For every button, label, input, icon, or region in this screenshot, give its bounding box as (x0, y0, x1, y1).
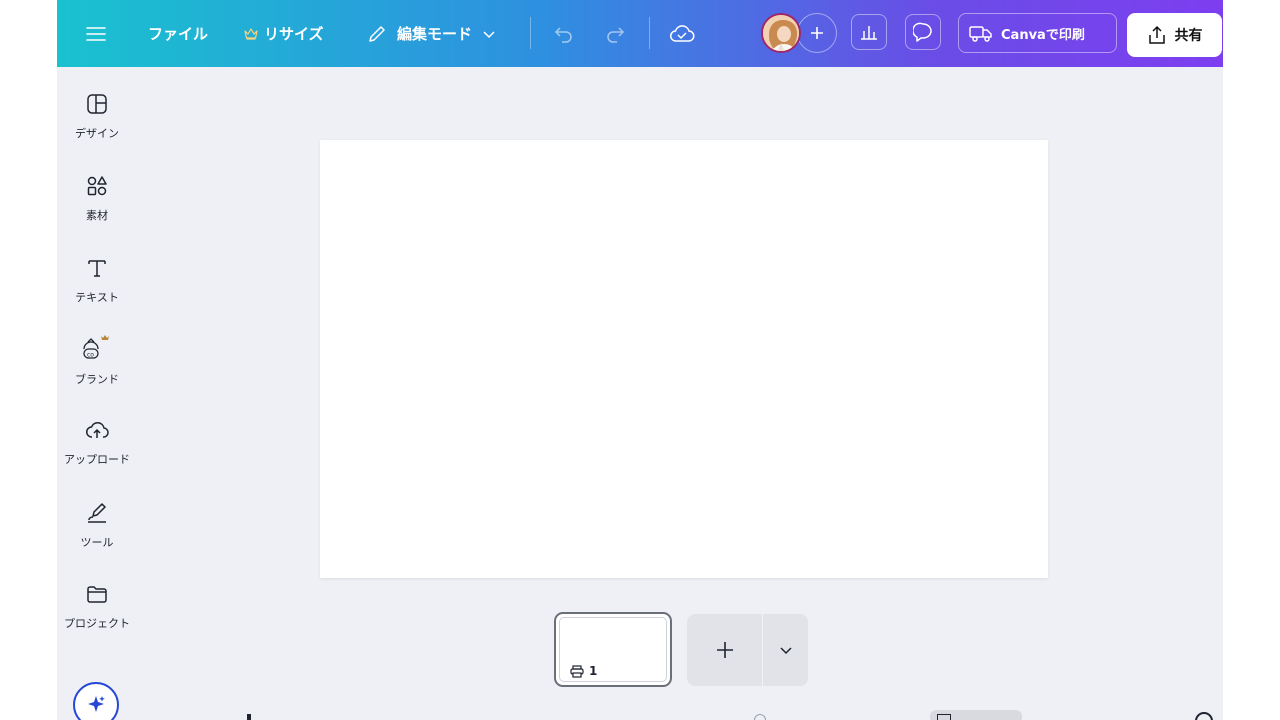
sidebar-item-projects[interactable]: プロジェクト (57, 582, 137, 631)
svg-text:co: co (87, 352, 94, 359)
design-canvas-page[interactable] (320, 140, 1048, 578)
avatar-photo (763, 15, 799, 51)
share-button[interactable]: 共有 (1127, 13, 1222, 57)
page-number: 1 (589, 664, 598, 678)
redo-icon (607, 26, 625, 43)
printer-icon (570, 664, 584, 678)
editor-app: ファイル リサイズ 編集モード Canvaで印刷 共有 デザイン 素材 テキスト… (57, 0, 1223, 720)
add-page-button[interactable] (687, 614, 762, 686)
save-status-button[interactable] (669, 0, 695, 67)
add-page-options-button[interactable] (763, 614, 808, 686)
comment-icon (913, 22, 932, 42)
help-icon[interactable] (1195, 712, 1213, 720)
elements-icon (87, 176, 107, 196)
resize-label: リサイズ (264, 25, 324, 43)
sidebar-item-label: ブランド (75, 373, 119, 386)
delivery-truck-icon (969, 26, 992, 42)
undo-icon (554, 26, 572, 43)
edit-mode-dropdown[interactable]: 編集モード (367, 0, 496, 67)
chevron-down-icon (483, 30, 495, 38)
edit-mode-label: 編集モード (397, 25, 473, 43)
file-menu-button[interactable]: ファイル (148, 0, 208, 67)
sidebar-item-elements[interactable]: 素材 (57, 174, 137, 223)
upload-cloud-icon (86, 421, 109, 438)
sparkle-icon (88, 696, 105, 712)
share-upload-icon (1148, 25, 1165, 44)
sidebar-item-label: ツール (80, 536, 114, 549)
brand-icon: co (83, 335, 109, 359)
chevron-down-icon (779, 647, 792, 655)
layout-icon (87, 94, 107, 114)
notes-icon (937, 714, 951, 720)
bottom-toolbar-peek (247, 714, 251, 720)
menu-button[interactable] (86, 0, 106, 67)
file-menu-label: ファイル (148, 25, 209, 43)
toolbar-divider (530, 17, 531, 49)
sidebar-item-label: デザイン (75, 127, 119, 140)
print-label: Canvaで印刷 (1001, 27, 1085, 43)
sidebar-item-brand[interactable]: co ブランド (57, 334, 137, 387)
add-page-control (687, 614, 808, 686)
cloud-check-icon (670, 24, 695, 42)
zoom-slider-handle[interactable] (754, 714, 766, 720)
page-thumbnail-label: 1 (570, 664, 597, 678)
sidebar-item-label: プロジェクト (64, 617, 130, 630)
comments-button[interactable] (905, 14, 941, 50)
magic-assistant-button[interactable] (73, 682, 119, 720)
plus-icon (716, 642, 733, 658)
sidebar-item-upload[interactable]: アップロード (57, 418, 137, 467)
resize-button[interactable]: リサイズ (244, 0, 324, 67)
redo-button[interactable] (604, 0, 626, 67)
sidebar-item-text[interactable]: テキスト (57, 256, 137, 305)
pencil-icon (369, 25, 385, 42)
draw-tool-icon (88, 503, 106, 523)
share-label: 共有 (1174, 28, 1203, 44)
text-icon (88, 260, 106, 277)
hamburger-icon (86, 26, 106, 41)
sidebar-item-label: アップロード (64, 453, 130, 466)
sidebar-item-design[interactable]: デザイン (57, 92, 137, 141)
folder-icon (87, 586, 107, 603)
bar-chart-icon (861, 26, 877, 40)
page-thumbnail[interactable]: 1 (554, 612, 672, 687)
user-avatar[interactable] (761, 13, 801, 53)
sidebar-item-tools[interactable]: ツール (57, 501, 137, 550)
print-with-canva-button[interactable]: Canvaで印刷 (958, 13, 1117, 53)
sidebar-item-label: テキスト (75, 291, 119, 304)
sidebar-item-label: 素材 (86, 209, 108, 222)
top-toolbar: ファイル リサイズ 編集モード Canvaで印刷 共有 (57, 0, 1223, 67)
crown-icon (244, 27, 258, 40)
toolbar-divider (649, 17, 650, 49)
plus-icon (811, 27, 823, 39)
undo-button[interactable] (553, 0, 575, 67)
insights-button[interactable] (851, 14, 887, 50)
add-collaborator-button[interactable] (797, 13, 837, 53)
